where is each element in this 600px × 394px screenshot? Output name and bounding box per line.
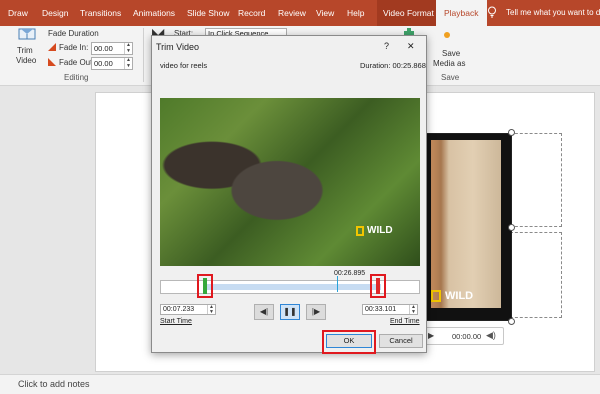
trim-preview-video: WILD bbox=[160, 98, 420, 266]
trim-selection-range bbox=[205, 284, 381, 290]
start-time-spinner[interactable]: ▲ ▼ bbox=[207, 305, 215, 314]
save-media-as-button[interactable]: Save Media as bbox=[428, 28, 468, 72]
group-divider bbox=[143, 28, 144, 82]
save-label-line2: Media as bbox=[433, 59, 466, 68]
trim-video-dialog: Trim Video ? ✕ video for reels Duration:… bbox=[151, 35, 427, 354]
current-time-label: 00:26.895 bbox=[334, 270, 366, 277]
fade-in-icon bbox=[48, 43, 56, 51]
video-player-bar: ▶ 00:00.00 ◀) bbox=[424, 327, 504, 345]
file-name: video for reels bbox=[160, 61, 208, 70]
save-media-icon bbox=[443, 31, 451, 39]
notes-placeholder: Click to add notes bbox=[18, 379, 90, 389]
tab-animations[interactable]: Animations bbox=[133, 0, 175, 26]
resize-handle-tr[interactable] bbox=[508, 129, 515, 136]
player-time: 00:00.00 bbox=[452, 332, 482, 341]
next-frame-button[interactable]: |▶ bbox=[306, 304, 326, 320]
tab-record[interactable]: Record bbox=[238, 0, 265, 26]
tab-draw[interactable]: Draw bbox=[8, 0, 28, 26]
tab-design[interactable]: Design bbox=[42, 0, 68, 26]
help-button[interactable]: ? bbox=[384, 41, 389, 51]
fade-out-spinner[interactable]: ▲ ▼ bbox=[124, 57, 132, 69]
dialog-title: Trim Video bbox=[156, 42, 200, 52]
tab-transitions[interactable]: Transitions bbox=[80, 0, 121, 26]
end-time-field[interactable]: 00:33.101 ▲ ▼ bbox=[362, 304, 418, 315]
tab-playback[interactable]: Playback bbox=[436, 0, 487, 27]
tab-review[interactable]: Review bbox=[278, 0, 306, 26]
end-marker-handle[interactable] bbox=[376, 278, 380, 294]
trim-label-line2: Video bbox=[16, 56, 37, 65]
editing-group-label: Editing bbox=[64, 73, 89, 82]
resize-handle-br[interactable] bbox=[508, 318, 515, 325]
fade-in-label: Fade In: bbox=[59, 43, 89, 52]
end-time-value: 00:33.101 bbox=[365, 306, 397, 313]
save-label-line1: Save bbox=[442, 49, 461, 58]
ok-button[interactable]: OK bbox=[326, 334, 372, 348]
previous-frame-button[interactable]: ◀| bbox=[254, 304, 274, 320]
end-time-spinner[interactable]: ▲ ▼ bbox=[409, 305, 417, 314]
trim-label-line1: Trim bbox=[17, 46, 33, 55]
fade-in-spinner[interactable]: ▲ ▼ bbox=[124, 42, 132, 54]
duration-label: Duration: 00:25.868 bbox=[360, 61, 426, 70]
fade-out-icon bbox=[48, 58, 56, 66]
close-icon[interactable]: ✕ bbox=[407, 41, 415, 52]
notes-pane[interactable]: Click to add notes bbox=[0, 374, 600, 394]
tell-me-search[interactable]: Tell me what you want to d bbox=[506, 0, 600, 26]
fade-out-field[interactable]: 00.00 ▲ ▼ bbox=[91, 57, 133, 70]
start-time-label: Start Time bbox=[160, 318, 192, 325]
tab-slide-show[interactable]: Slide Show bbox=[187, 0, 230, 26]
tab-view[interactable]: View bbox=[316, 0, 334, 26]
start-time-value: 00:07.233 bbox=[163, 306, 195, 313]
start-marker-handle[interactable] bbox=[203, 278, 207, 294]
fade-out-label: Fade Out: bbox=[59, 58, 95, 67]
fade-in-value: 00.00 bbox=[94, 44, 113, 53]
tab-help[interactable]: Help bbox=[347, 0, 364, 26]
placeholder-box-top[interactable] bbox=[510, 133, 562, 227]
start-time-field[interactable]: 00:07.233 ▲ ▼ bbox=[160, 304, 216, 315]
save-group-label: Save bbox=[441, 73, 460, 82]
tab-video-format[interactable]: Video Format bbox=[377, 0, 440, 26]
resize-handle-r[interactable] bbox=[508, 224, 515, 231]
end-time-label: End Time bbox=[390, 318, 420, 325]
fade-in-field[interactable]: 00.00 ▲ ▼ bbox=[91, 42, 133, 55]
video-frame bbox=[431, 140, 501, 308]
video-watermark: WILD bbox=[445, 290, 474, 302]
playhead[interactable] bbox=[337, 276, 338, 292]
natgeo-logo-icon bbox=[356, 226, 364, 236]
ribbon-tab-bar: Draw Design Transitions Animations Slide… bbox=[0, 0, 600, 27]
video-watermark: WILD bbox=[367, 225, 393, 236]
volume-icon[interactable]: ◀) bbox=[486, 330, 496, 341]
cancel-button[interactable]: Cancel bbox=[379, 334, 423, 348]
slide-video[interactable]: WILD bbox=[418, 133, 512, 321]
placeholder-box-bottom[interactable] bbox=[510, 232, 562, 318]
trim-video-icon bbox=[18, 27, 36, 41]
lightbulb-icon bbox=[487, 6, 497, 18]
video-frame bbox=[160, 98, 420, 266]
fade-duration-label: Fade Duration bbox=[48, 29, 99, 38]
natgeo-logo-icon bbox=[431, 290, 441, 302]
pause-button[interactable]: ❚❚ bbox=[280, 304, 300, 320]
trim-video-button[interactable]: Trim Video bbox=[12, 27, 42, 73]
play-icon[interactable]: ▶ bbox=[428, 331, 434, 340]
fade-out-value: 00.00 bbox=[94, 59, 113, 68]
